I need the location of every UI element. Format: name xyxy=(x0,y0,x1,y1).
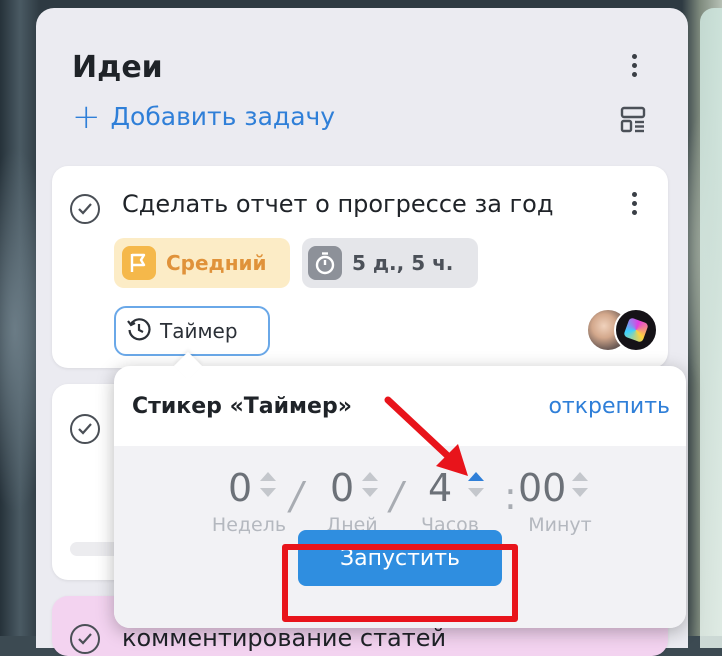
popup-title: Стикер «Таймер» xyxy=(132,394,352,419)
arrow-icon xyxy=(384,396,468,476)
add-task-label: Добавить задачу xyxy=(110,102,336,131)
priority-badge[interactable]: Средний xyxy=(114,238,290,288)
task-card[interactable]: Сделать отчет о прогрессе за год Средний… xyxy=(52,166,668,368)
kebab-menu-icon xyxy=(622,184,646,215)
weeks-label: Недель xyxy=(211,514,287,536)
separator: : xyxy=(504,474,517,518)
timer-sticker-button[interactable]: Таймер xyxy=(114,306,270,356)
layout-icon[interactable] xyxy=(620,106,646,138)
adjacent-column-edge xyxy=(700,8,722,648)
time-estimate-label: 5 д., 5 ч. xyxy=(352,251,454,275)
add-task-button[interactable]: + Добавить задачу xyxy=(72,96,336,137)
unpin-link[interactable]: открепить xyxy=(548,394,670,419)
check-circle-icon[interactable] xyxy=(70,624,100,654)
timer-chip-label: Таймер xyxy=(160,319,238,343)
start-button[interactable]: Запустить xyxy=(298,530,502,586)
assignee-avatars[interactable] xyxy=(586,308,660,354)
weeks-value[interactable]: 0 xyxy=(204,466,294,510)
task-title[interactable]: Сделать отчет о прогрессе за год xyxy=(122,190,553,218)
avatar[interactable] xyxy=(614,308,658,352)
check-circle-icon[interactable] xyxy=(70,194,100,224)
separator: / xyxy=(290,474,303,518)
minutes-value[interactable]: 00 xyxy=(518,466,602,510)
minutes-field[interactable]: 00 Минут xyxy=(518,466,602,536)
up-down-spinner-icon[interactable] xyxy=(360,472,378,504)
task-title[interactable]: комментирование статей xyxy=(122,624,446,652)
priority-label: Средний xyxy=(166,251,267,275)
check-circle-icon[interactable] xyxy=(70,414,100,444)
kebab-menu-icon xyxy=(622,46,646,77)
up-down-spinner-icon[interactable] xyxy=(258,472,276,504)
minutes-label: Минут xyxy=(528,514,592,536)
days-value[interactable]: 0 xyxy=(314,466,390,510)
task-menu-button[interactable] xyxy=(622,184,646,224)
column-menu-button[interactable] xyxy=(622,46,646,86)
history-clock-icon xyxy=(126,316,152,347)
column-title: Идеи xyxy=(72,50,163,85)
plus-icon: + xyxy=(72,96,101,137)
days-field[interactable]: 0 Дней xyxy=(314,466,390,536)
weeks-field[interactable]: 0 Недель xyxy=(204,466,294,536)
time-estimate-badge[interactable]: 5 д., 5 ч. xyxy=(302,238,478,288)
up-down-spinner-icon[interactable] xyxy=(570,472,588,504)
flag-icon xyxy=(122,246,156,280)
stopwatch-icon xyxy=(308,246,342,280)
